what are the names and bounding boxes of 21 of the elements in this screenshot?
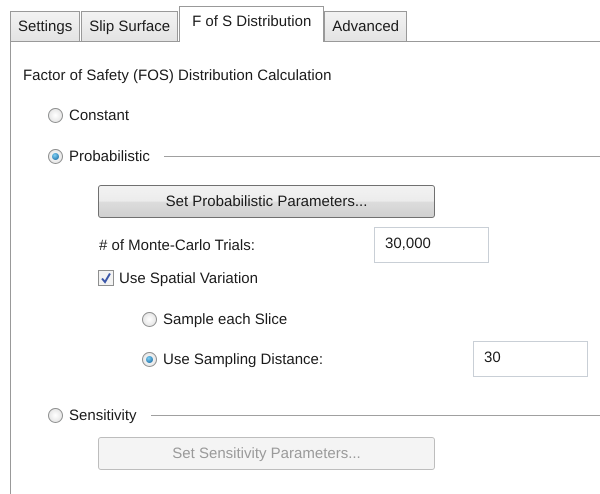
radio-label[interactable]: Sensitivity <box>69 406 137 424</box>
parameters-button[interactable]: Set Probabilistic Parameters... <box>98 185 435 218</box>
radio-label[interactable]: Sample each Slice <box>163 310 288 328</box>
checkbox[interactable] <box>98 270 114 286</box>
radio-label[interactable]: Constant <box>69 106 130 124</box>
radio-button[interactable] <box>48 108 63 122</box>
trials-field[interactable]: 30,000 <box>374 227 489 263</box>
section-heading: Factor of Safety (FOS) Distribution Calculation <box>23 66 332 86</box>
tab[interactable]: Slip Surface <box>81 11 178 42</box>
radio-button[interactable] <box>142 312 157 326</box>
tab[interactable]: Advanced <box>324 11 408 42</box>
field-label: # of Monte-Carlo Trials: <box>99 236 256 254</box>
distance-field[interactable]: 30 <box>473 341 588 377</box>
tab[interactable]: F of S Distribution <box>179 6 324 42</box>
checkbox-label[interactable]: Use Spatial Variation <box>119 270 258 286</box>
radio-label[interactable]: Use Sampling Distance: <box>163 350 473 368</box>
radio-button[interactable] <box>48 408 63 422</box>
tab[interactable]: Settings <box>10 11 80 42</box>
radio-button[interactable] <box>142 352 157 366</box>
radio-label[interactable]: Probabilistic <box>69 148 150 164</box>
radio-button[interactable] <box>48 148 63 164</box>
